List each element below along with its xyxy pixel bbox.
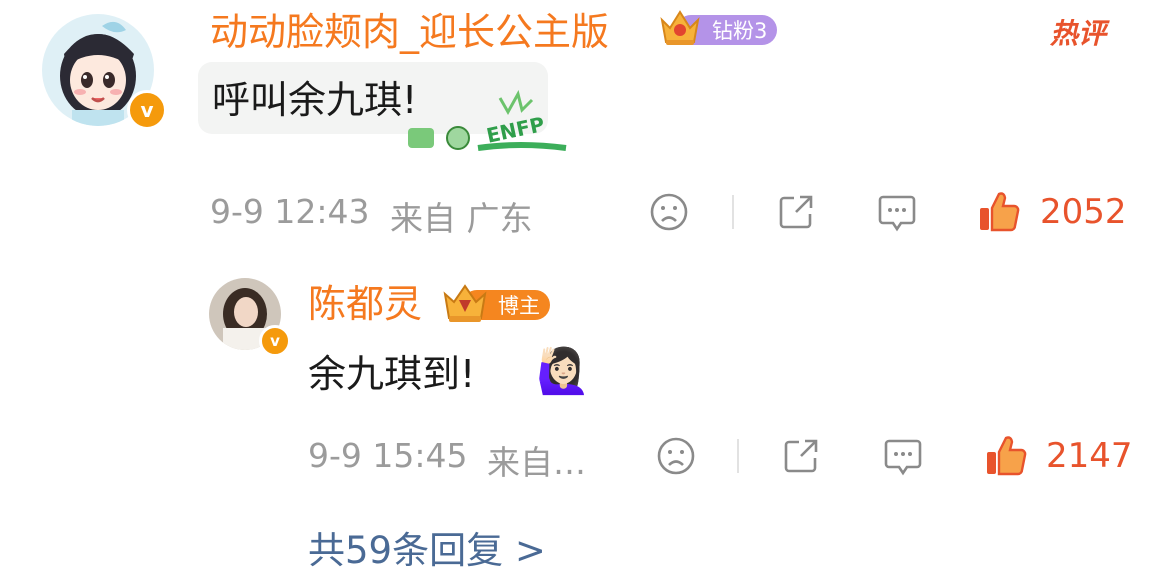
like-icon[interactable] [977, 190, 1021, 234]
comment-date: 9-9 12:43 [210, 192, 370, 231]
blogger-badge-label: 博主 [498, 294, 540, 318]
comment-text: 呼叫余九琪! [212, 78, 418, 122]
verified-icon: v [127, 90, 167, 130]
dislike-icon[interactable] [656, 436, 696, 476]
raising-hand-emoji: 🙋🏻‍♀️ [536, 346, 591, 397]
reply-date: 9-9 15:45 [308, 436, 468, 475]
share-icon[interactable] [781, 436, 821, 476]
like-count: 2147 [1046, 436, 1133, 476]
enfp-sticker: ENFP [400, 89, 570, 164]
replier-username[interactable]: 陈都灵 [308, 282, 422, 326]
reply-text: 余九琪到! [308, 352, 476, 396]
comment-location: 来自 广东 [390, 199, 533, 238]
commenter-username[interactable]: 动动脸颊肉_迎长公主版 [210, 10, 609, 54]
dislike-icon[interactable] [649, 192, 689, 232]
crown-icon [443, 284, 487, 322]
share-icon[interactable] [776, 192, 816, 232]
verified-icon: v [259, 325, 291, 357]
like-icon[interactable] [984, 434, 1028, 478]
fan-badge-label: 钻粉3 [712, 19, 768, 43]
like-count: 2052 [1040, 192, 1127, 232]
more-replies-link[interactable]: 共59条回复 > [308, 520, 546, 574]
hot-comment-tag: 热评 [1050, 17, 1107, 50]
reply-icon[interactable] [883, 436, 923, 478]
action-divider [737, 439, 739, 473]
crown-icon [660, 10, 700, 45]
reply-icon[interactable] [877, 192, 917, 234]
action-divider [732, 195, 734, 229]
reply-location: 来自… [487, 443, 586, 482]
